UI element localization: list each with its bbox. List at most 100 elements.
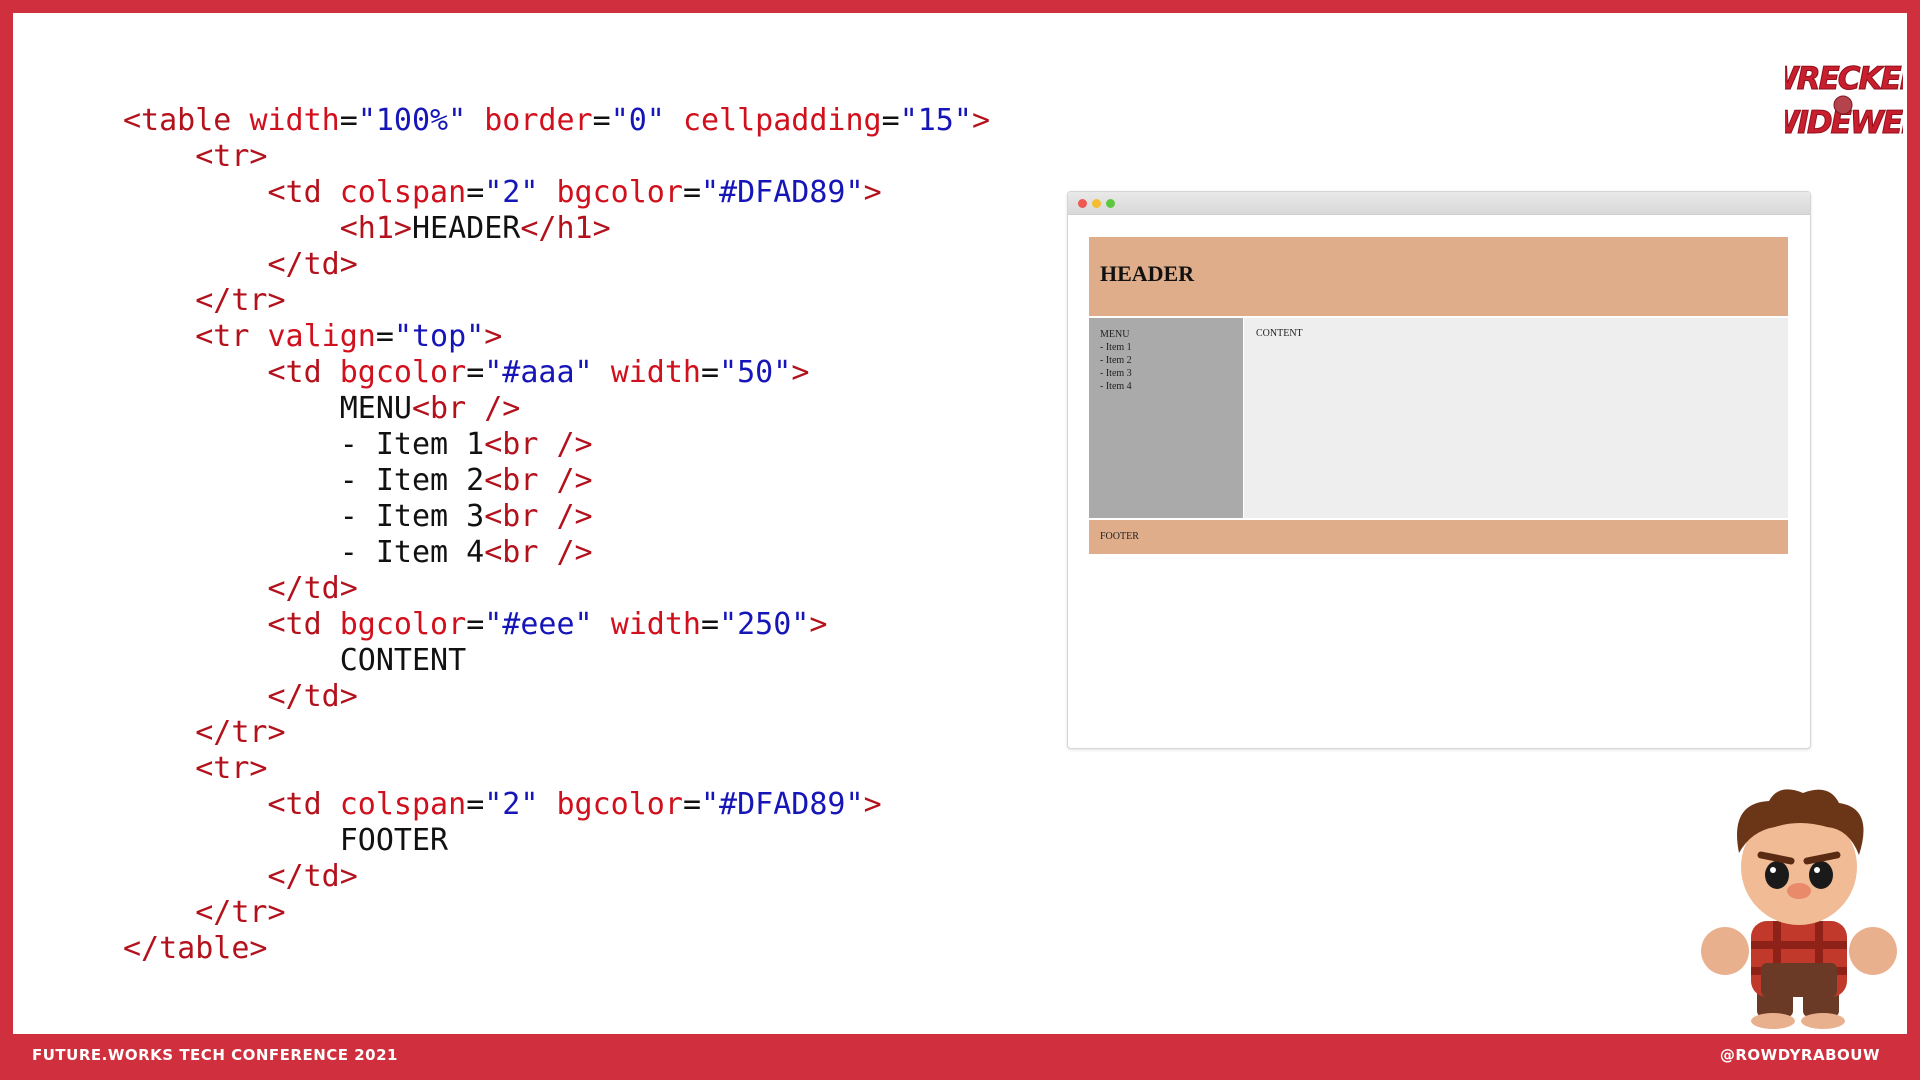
- code-token: width: [610, 355, 701, 390]
- code-token: <br />: [484, 463, 593, 498]
- code-token: </tr>: [195, 715, 286, 750]
- rendered-table: HEADER MENU - Item 1 - Item 2 - Item 3 -…: [1089, 237, 1788, 557]
- code-token: width: [249, 103, 340, 138]
- code-line: - Item 2<br />: [123, 463, 990, 499]
- menu-line: MENU: [1100, 329, 1130, 340]
- code-token: =: [682, 787, 701, 822]
- code-token: width: [610, 607, 701, 642]
- slide: <table width="100%" border="0" cellpaddi…: [13, 13, 1920, 1034]
- content-cell: CONTENT: [1244, 318, 1788, 518]
- code-line: - Item 1<br />: [123, 427, 990, 463]
- code-line: FOOTER: [123, 823, 990, 859]
- code-token: =: [466, 787, 485, 822]
- code-token: MENU: [123, 391, 412, 426]
- code-token: </tr>: [195, 283, 286, 318]
- code-line: </table>: [123, 931, 990, 967]
- code-line: <tr>: [123, 751, 990, 787]
- code-line: </td>: [123, 571, 990, 607]
- code-line: - Item 4<br />: [123, 535, 990, 571]
- content-text: CONTENT: [1256, 328, 1303, 339]
- code-token: bgcolor: [556, 787, 683, 822]
- code-token: bgcolor: [339, 355, 467, 390]
- conference-name: FUTURE.WORKS TECH CONFERENCE 2021: [32, 1046, 398, 1064]
- code-token: </td>: [267, 859, 358, 894]
- code-token: - Item 3: [123, 499, 485, 534]
- code-token: - Item 1: [123, 427, 485, 462]
- footer-cell: FOOTER: [1089, 520, 1788, 554]
- code-token: "100%": [357, 103, 467, 138]
- code-token: border: [484, 103, 593, 138]
- code-line: <h1>HEADER</h1>: [123, 211, 990, 247]
- code-token: <br />: [484, 535, 593, 570]
- code-token: FOOTER: [123, 823, 449, 858]
- browser-preview: HEADER MENU - Item 1 - Item 2 - Item 3 -…: [1067, 191, 1811, 749]
- code-token: "top": [393, 319, 485, 354]
- code-token: <tr>: [195, 139, 268, 174]
- code-token: >: [484, 319, 503, 354]
- code-token: <tr>: [195, 751, 268, 786]
- close-dot-icon: [1078, 199, 1087, 208]
- code-line: <tr>: [123, 139, 990, 175]
- code-line: </td>: [123, 247, 990, 283]
- code-token: colspan: [339, 175, 467, 210]
- code-line: - Item 3<br />: [123, 499, 990, 535]
- minimize-dot-icon: [1092, 199, 1101, 208]
- code-token: <tr: [195, 319, 268, 354]
- code-token: </td>: [267, 247, 358, 282]
- code-token: bgcolor: [556, 175, 683, 210]
- code-token: "#eee": [484, 607, 593, 642]
- code-token: "2": [484, 787, 539, 822]
- code-token: <td: [267, 175, 340, 210]
- code-token: "#DFAD89": [701, 787, 864, 822]
- code-token: <br />: [411, 391, 521, 426]
- menu-line: - Item 2: [1100, 355, 1132, 366]
- code-line: </tr>: [123, 895, 990, 931]
- ralph-figure-icon: [1701, 789, 1897, 1029]
- code-token: <br />: [484, 427, 593, 462]
- code-token: valign: [267, 319, 376, 354]
- code-token: - Item 2: [123, 463, 485, 498]
- code-line: MENU<br />: [123, 391, 990, 427]
- code-token: <table: [123, 103, 250, 138]
- code-token: <br />: [484, 499, 593, 534]
- code-token: =: [592, 103, 611, 138]
- code-token: "2": [484, 175, 539, 210]
- code-token: - Item 4: [123, 535, 485, 570]
- code-token: bgcolor: [339, 607, 467, 642]
- footer-text: FOOTER: [1100, 531, 1139, 542]
- code-token: <td: [267, 607, 340, 642]
- code-token: =: [466, 607, 485, 642]
- code-token: =: [881, 103, 900, 138]
- maximize-dot-icon: [1106, 199, 1115, 208]
- code-token: =: [701, 355, 720, 390]
- menu-line: - Item 3: [1100, 368, 1132, 379]
- code-token: >: [809, 607, 828, 642]
- wreck-it-ralph-logo: WRECKED WIDEWEB: [1764, 49, 1920, 145]
- code-token: </td>: [267, 571, 358, 606]
- code-line: </tr>: [123, 283, 990, 319]
- slide-footer: FUTURE.WORKS TECH CONFERENCE 2021 @ROWDY…: [0, 1034, 1920, 1080]
- code-line: <table width="100%" border="0" cellpaddi…: [123, 103, 990, 139]
- logo-mark-icon: WRECKED WIDEWEB: [1764, 61, 1920, 142]
- menu-cell: MENU - Item 1 - Item 2 - Item 3 - Item 4: [1089, 318, 1243, 518]
- code-line: CONTENT: [123, 643, 990, 679]
- header-title: HEADER: [1100, 261, 1195, 286]
- code-token: </table>: [123, 931, 268, 966]
- code-line: <td colspan="2" bgcolor="#DFAD89">: [123, 175, 990, 211]
